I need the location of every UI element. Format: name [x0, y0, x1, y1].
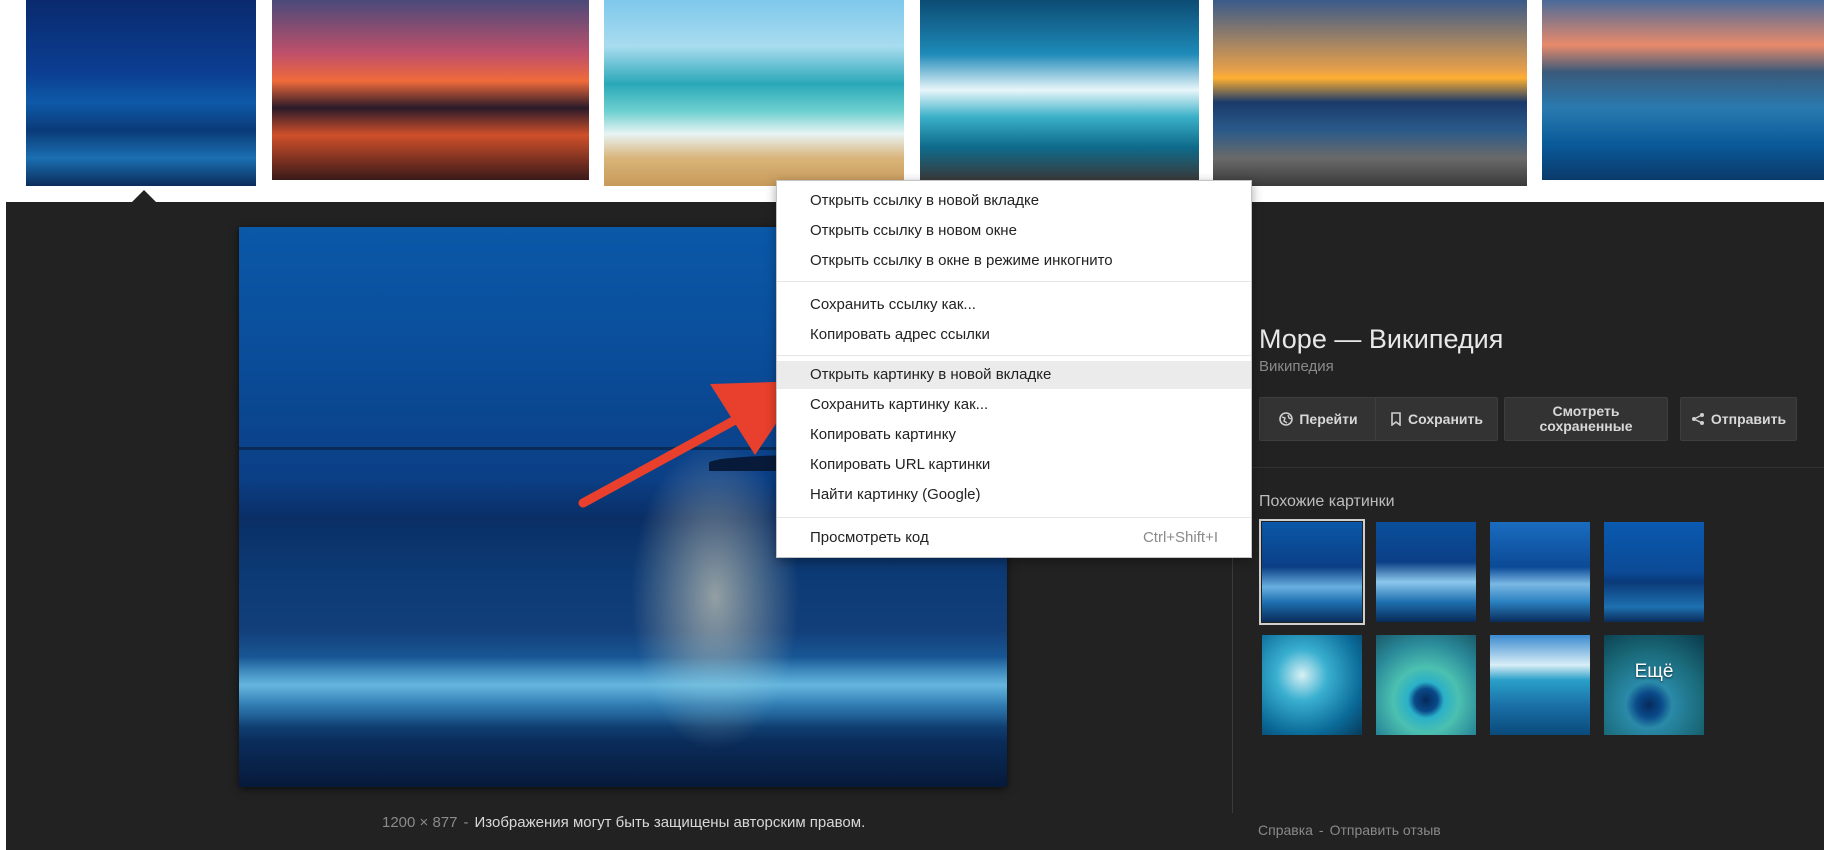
menu-item-open-image-new-tab[interactable]: Открыть картинку в новой вкладке [777, 361, 1251, 389]
similar-image-thumbnail[interactable] [1604, 522, 1704, 622]
similar-image-thumbnail[interactable] [1376, 522, 1476, 622]
menu-separator [777, 517, 1251, 518]
menu-item-copy-image[interactable]: Копировать картинку [777, 421, 1251, 449]
more-similar-images-button[interactable]: Ещё [1604, 635, 1704, 735]
menu-separator [777, 355, 1251, 356]
bookmark-icon [1390, 412, 1402, 426]
feedback-link[interactable]: Отправить отзыв [1330, 822, 1441, 838]
result-thumbnail[interactable] [920, 0, 1199, 180]
menu-separator [777, 281, 1251, 282]
view-saved-button-label: Смотреть сохраненные [1539, 403, 1633, 434]
footer-separator: - [1318, 822, 1324, 838]
menu-item-inspect[interactable]: Просмотреть код Ctrl+Shift+I [777, 524, 1251, 552]
source-domain: Википедия [1259, 358, 1334, 375]
menu-item-save-image-as[interactable]: Сохранить картинку как... [777, 391, 1251, 419]
image-search-page: 1200 × 877- Изображения могут быть защище… [0, 0, 1824, 850]
info-separator [1246, 467, 1824, 468]
similar-image-thumbnail[interactable] [1376, 635, 1476, 735]
share-icon [1691, 412, 1705, 426]
menu-item-save-link-as[interactable]: Сохранить ссылку как... [777, 291, 1251, 319]
save-button-label: Сохранить [1408, 410, 1483, 427]
result-thumbnail[interactable] [272, 0, 589, 180]
footer: Справка - Отправить отзыв [1258, 822, 1441, 838]
menu-item-open-link-incognito[interactable]: Открыть ссылку в окне в режиме инкогнито [777, 247, 1251, 275]
similar-images-heading: Похожие картинки [1259, 493, 1395, 510]
result-thumbnail[interactable] [1213, 0, 1527, 186]
menu-item-open-link-new-window[interactable]: Открыть ссылку в новом окне [777, 217, 1251, 245]
wave-foam [239, 657, 1007, 727]
globe-icon [1279, 412, 1294, 426]
menu-item-search-image-google[interactable]: Найти картинку (Google) [777, 481, 1251, 509]
inspect-shortcut: Ctrl+Shift+I [1142, 529, 1218, 546]
menu-item-open-link-new-tab[interactable]: Открыть ссылку в новой вкладке [777, 187, 1251, 215]
view-saved-button[interactable]: Смотреть сохраненные [1504, 397, 1668, 441]
more-label: Ещё [1634, 661, 1674, 682]
similar-image-thumbnail[interactable] [1262, 635, 1362, 735]
similar-image-thumbnail[interactable] [1490, 635, 1590, 735]
menu-item-copy-link-address[interactable]: Копировать адрес ссылки [777, 321, 1251, 349]
image-caption: 1200 × 877- Изображения могут быть защище… [382, 814, 865, 831]
share-button-label: Отправить [1710, 410, 1787, 427]
context-menu: Открыть ссылку в новой вкладке Открыть с… [776, 180, 1252, 558]
result-thumbnail[interactable] [604, 0, 904, 186]
similar-image-thumbnail[interactable] [1259, 519, 1365, 625]
image-dimensions: 1200 × 877 [382, 814, 458, 831]
go-button-label: Перейти [1299, 410, 1358, 427]
menu-item-copy-image-url[interactable]: Копировать URL картинки [777, 451, 1251, 479]
caption-separator: - [463, 814, 469, 831]
go-button[interactable]: Перейти [1259, 397, 1378, 441]
similar-image-thumbnail[interactable] [1490, 522, 1590, 622]
share-button[interactable]: Отправить [1680, 397, 1797, 441]
result-thumbnail[interactable] [1542, 0, 1824, 180]
copyright-notice: Изображения могут быть защищены авторски… [474, 814, 866, 831]
selected-thumbnail-pointer [132, 190, 156, 202]
menu-item-inspect-label: Просмотреть код [810, 529, 929, 546]
help-link[interactable]: Справка [1258, 822, 1313, 838]
save-button[interactable]: Сохранить [1375, 397, 1498, 441]
result-thumbnail[interactable] [26, 0, 256, 186]
page-title[interactable]: Море — Википедия [1259, 324, 1503, 355]
